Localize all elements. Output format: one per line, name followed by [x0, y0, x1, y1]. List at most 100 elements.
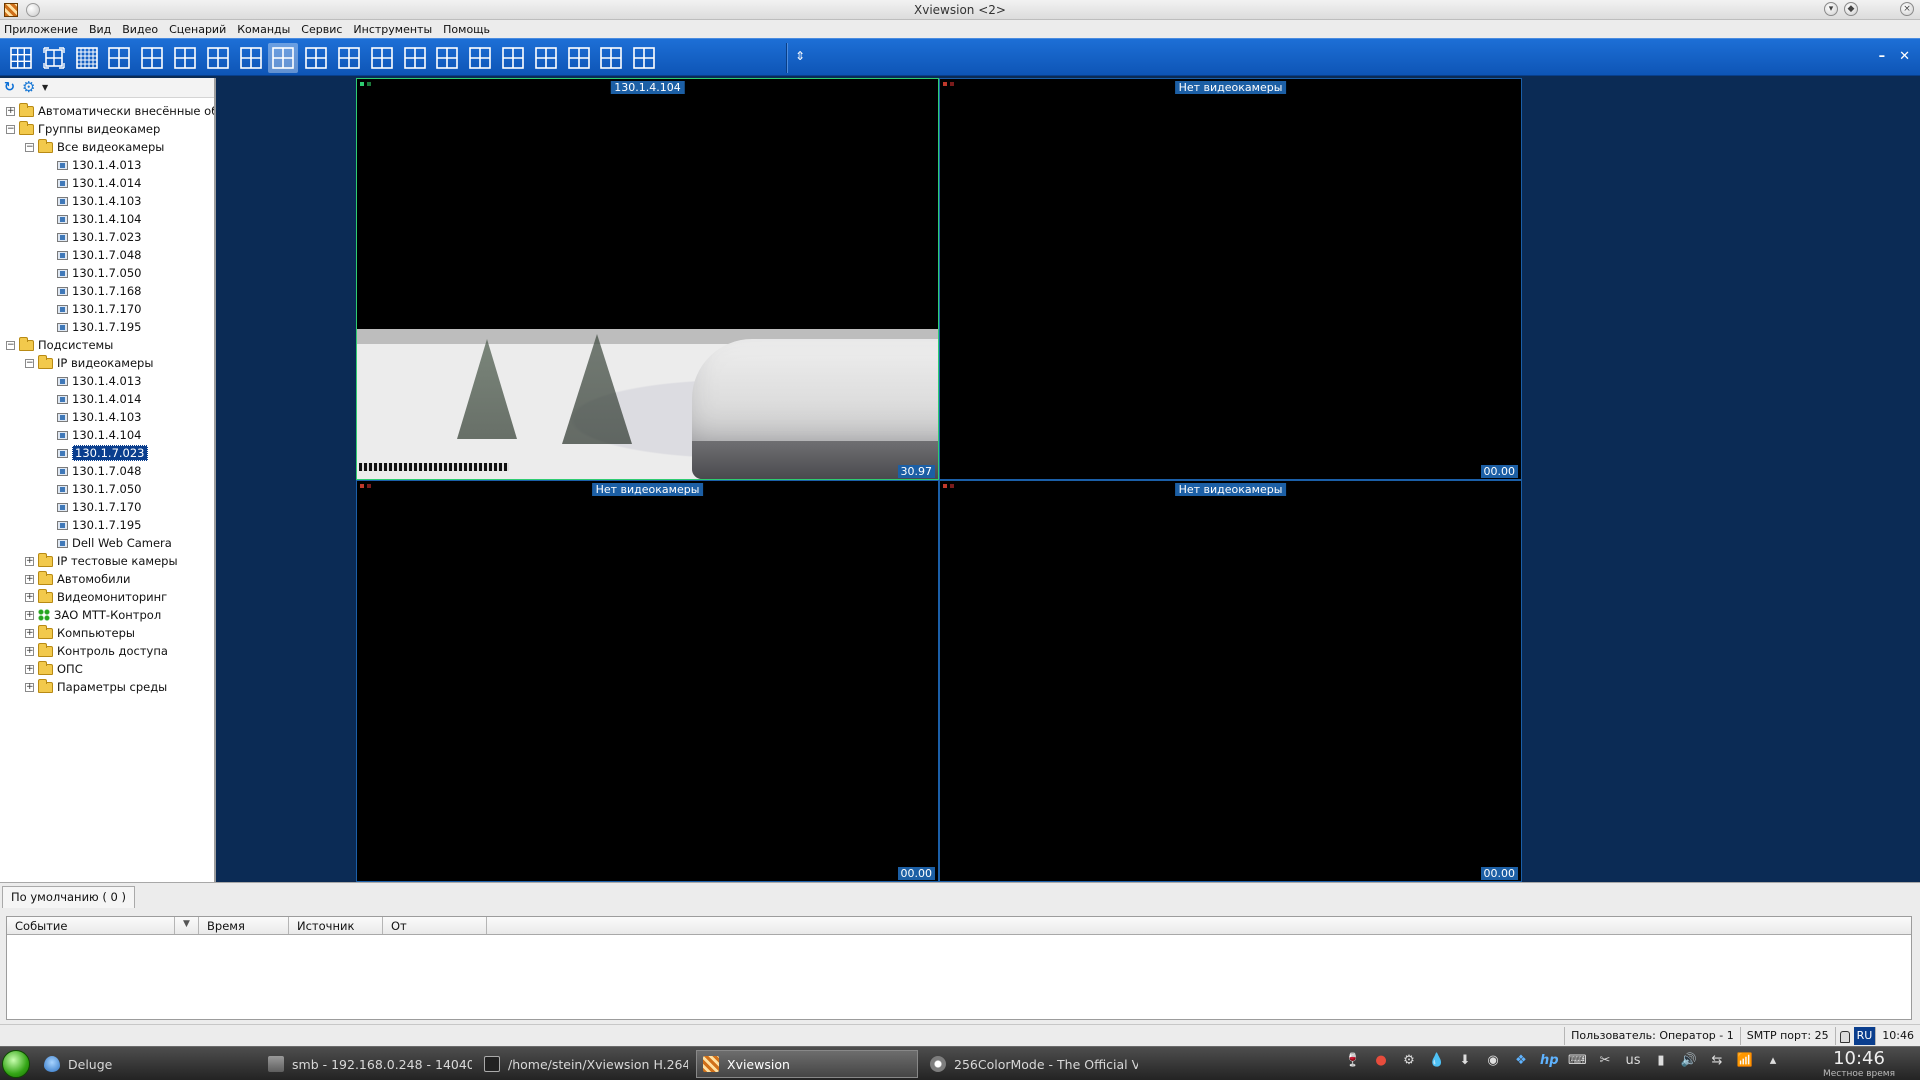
- wine-icon[interactable]: 🍷: [1344, 1053, 1362, 1068]
- layout-grid-icon[interactable]: [203, 43, 233, 73]
- expand-icon[interactable]: +: [25, 664, 34, 674]
- tree-folder-item[interactable]: + Компьютеры: [25, 624, 135, 642]
- tree-camera-item[interactable]: 130.1.7.170: [44, 300, 142, 318]
- tree-camera-item[interactable]: 130.1.7.050: [44, 480, 142, 498]
- wifi-icon[interactable]: 📶: [1736, 1053, 1754, 1068]
- menu-tools[interactable]: Инструменты: [353, 23, 432, 36]
- tree-camera-item[interactable]: 130.1.7.168: [44, 282, 142, 300]
- layout-grid-icon[interactable]: [629, 43, 659, 73]
- task-deluge[interactable]: Deluge: [38, 1050, 256, 1078]
- layout-grid-icon[interactable]: [596, 43, 626, 73]
- panel-close-icon[interactable]: ✕: [1899, 49, 1910, 64]
- column-time[interactable]: Время: [199, 917, 289, 934]
- taskbar-clock[interactable]: 10:46 Местное время: [1814, 1049, 1904, 1080]
- drop-icon[interactable]: 💧: [1428, 1053, 1446, 1068]
- tree-folder-item[interactable]: + IP тестовые камеры: [25, 552, 178, 570]
- color-dots-icon[interactable]: ●: [1372, 1053, 1390, 1068]
- panel-minimize-icon[interactable]: –: [1879, 49, 1886, 64]
- gear-icon[interactable]: ⚙: [22, 79, 38, 96]
- column-source[interactable]: Источник: [289, 917, 383, 934]
- scissors-icon[interactable]: ✂: [1596, 1053, 1614, 1068]
- tree-camera-item[interactable]: 130.1.4.103: [44, 192, 142, 210]
- volume-icon[interactable]: 🔊: [1680, 1053, 1698, 1068]
- tree-folder-camera-groups[interactable]: − Группы видеокамер: [6, 120, 160, 138]
- collapse-icon[interactable]: −: [6, 124, 15, 134]
- layout-grid-icon[interactable]: [170, 43, 200, 73]
- layout-grid-icon[interactable]: [400, 43, 430, 73]
- menu-commands[interactable]: Команды: [237, 23, 290, 36]
- menu-scenario[interactable]: Сценарий: [169, 23, 226, 36]
- tree-folder-item[interactable]: + ЗАО МТТ-Контрол: [25, 606, 161, 624]
- maximize-icon[interactable]: ◆: [1844, 2, 1858, 16]
- tree-camera-item[interactable]: 130.1.7.048: [44, 246, 142, 264]
- tree-folder-ip-cameras[interactable]: − IP видеокамеры: [25, 354, 153, 372]
- settings-icon[interactable]: ⚙: [1400, 1053, 1418, 1068]
- column-event[interactable]: Событие: [7, 917, 175, 934]
- collapse-icon[interactable]: −: [6, 340, 15, 350]
- tree-folder-subsystems[interactable]: − Подсистемы: [6, 336, 113, 354]
- layout-grid-icon[interactable]: [367, 43, 397, 73]
- menu-video[interactable]: Видео: [122, 23, 158, 36]
- hp-icon[interactable]: hp: [1540, 1053, 1559, 1068]
- task-terminal[interactable]: /home/stein/Xviewsion H.264: [478, 1050, 688, 1078]
- tree-camera-item[interactable]: 130.1.7.048: [44, 462, 142, 480]
- chevron-down-icon[interactable]: ▼: [42, 83, 48, 92]
- task-xviewsion[interactable]: Xviewsion: [696, 1050, 918, 1078]
- tree-camera-item[interactable]: 130.1.7.170: [44, 498, 142, 516]
- start-menu-button[interactable]: [2, 1050, 30, 1078]
- dropbox-icon[interactable]: ❖: [1512, 1053, 1530, 1068]
- tab-default[interactable]: По умолчанию ( 0 ): [2, 886, 135, 908]
- task-browser[interactable]: 256ColorMode - The Official V: [924, 1050, 1138, 1078]
- tree-folder-auto-objects[interactable]: + Автоматически внесённые объ: [6, 102, 214, 120]
- layout-grid-icon[interactable]: [432, 43, 462, 73]
- layout-grid-icon[interactable]: [334, 43, 364, 73]
- expand-icon[interactable]: +: [25, 682, 34, 692]
- tree-camera-item[interactable]: 130.1.4.014: [44, 174, 142, 192]
- tray-expand-icon[interactable]: ▴: [1764, 1053, 1782, 1068]
- layout-grid-icon[interactable]: [498, 43, 528, 73]
- expand-icon[interactable]: +: [25, 574, 34, 584]
- expand-icon[interactable]: +: [25, 628, 34, 638]
- layout-grid-icon[interactable]: [72, 43, 102, 73]
- tree-camera-item[interactable]: 130.1.4.013: [44, 372, 142, 390]
- battery-icon[interactable]: ▮: [1652, 1053, 1670, 1068]
- video-tile-2[interactable]: Нет видеокамеры 00.00: [939, 78, 1522, 480]
- sort-arrow-icon[interactable]: ▼: [175, 917, 199, 934]
- tree-camera-item[interactable]: 130.1.7.023: [44, 228, 142, 246]
- refresh-icon[interactable]: ↻: [4, 80, 18, 95]
- chrome-icon[interactable]: ◉: [1484, 1053, 1502, 1068]
- expand-icon[interactable]: +: [25, 556, 34, 566]
- column-from[interactable]: От: [383, 917, 487, 934]
- layout-grid-icon[interactable]: [104, 43, 134, 73]
- layout-grid-icon[interactable]: [137, 43, 167, 73]
- tree-folder-item[interactable]: + Параметры среды: [25, 678, 167, 696]
- toolbar-scroll-icon[interactable]: ⇕: [792, 49, 808, 67]
- tree-folder-item[interactable]: + ОПС: [25, 660, 83, 678]
- tree-camera-item[interactable]: 130.1.4.014: [44, 390, 142, 408]
- tree-folder-item[interactable]: + Контроль доступа: [25, 642, 168, 660]
- tree-folder-item[interactable]: + Видеомониторинг: [25, 588, 167, 606]
- minimize-icon[interactable]: ▾: [1824, 2, 1838, 16]
- layout-grid-icon[interactable]: [268, 43, 299, 73]
- menu-help[interactable]: Помощь: [443, 23, 490, 36]
- tree-camera-item[interactable]: 130.1.7.050: [44, 264, 142, 282]
- expand-icon[interactable]: +: [25, 610, 34, 620]
- layout-grid-icon[interactable]: [531, 43, 561, 73]
- collapse-icon[interactable]: −: [25, 358, 34, 368]
- layout-grid-icon[interactable]: [6, 43, 36, 73]
- collapse-icon[interactable]: −: [25, 142, 34, 152]
- tree-camera-item[interactable]: 130.1.7.195: [44, 516, 142, 534]
- menu-service[interactable]: Сервис: [301, 23, 342, 36]
- tree-camera-item[interactable]: 130.1.4.013: [44, 156, 142, 174]
- layout-grid-icon[interactable]: [236, 43, 266, 73]
- expand-icon[interactable]: +: [25, 592, 34, 602]
- tree-folder-item[interactable]: + Автомобили: [25, 570, 130, 588]
- menu-app[interactable]: Приложение: [4, 23, 78, 36]
- tree-camera-item[interactable]: 130.1.4.104: [44, 210, 142, 228]
- layout-grid-icon[interactable]: [465, 43, 495, 73]
- keyboard-icon[interactable]: ⌨: [1568, 1053, 1587, 1068]
- video-tile-3[interactable]: Нет видеокамеры 00.00: [356, 480, 939, 882]
- tree-camera-item[interactable]: 130.1.4.103: [44, 408, 142, 426]
- video-tile-1[interactable]: 130.1.4.104 30.97: [356, 78, 939, 480]
- menu-view[interactable]: Вид: [89, 23, 111, 36]
